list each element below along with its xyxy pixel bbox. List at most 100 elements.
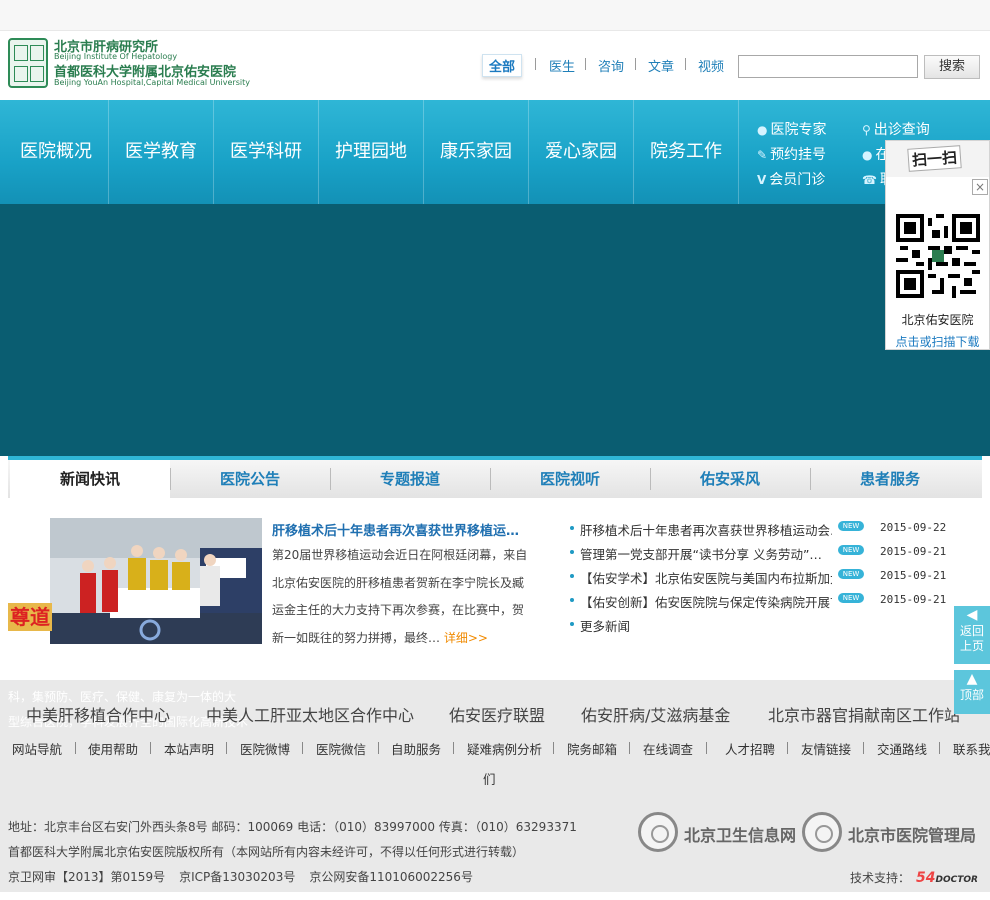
tab-media[interactable]: 医院视听 [490, 460, 650, 498]
qr-float-panel: 扫一扫 × 北京佑安医院 点击或扫描下载 [885, 140, 990, 350]
footer-link-mailbox[interactable]: 院务邮箱 [567, 739, 617, 758]
tab-patient-services[interactable]: 患者服务 [810, 460, 970, 498]
footer-link-friends[interactable]: 友情链接 [801, 739, 851, 758]
divider [150, 742, 151, 754]
qr-code[interactable] [896, 214, 980, 298]
list-item[interactable]: 肝移植术后十年患者再次喜获世界移植运动会… NEW 2015-09-22 [570, 520, 950, 544]
qr-hospital-name: 北京佑安医院 [901, 313, 974, 327]
list-item[interactable]: 【佑安学术】北京佑安医院与美国内布拉斯加大… NEW 2015-09-21 [570, 568, 950, 592]
footer-link-transport[interactable]: 交通路线 [877, 739, 927, 758]
footer-link-survey[interactable]: 在线调查 [643, 739, 693, 758]
divider [706, 742, 707, 754]
search-tab-all[interactable]: 全部 [482, 54, 523, 77]
footer-link-contact[interactable]: 联系我 [953, 739, 990, 758]
footer-copyright: 首都医科大学附属北京佑安医院版权所有（本网站所有内容未经许可，不得以任何形式进行… [8, 845, 525, 859]
back-to-top-button[interactable]: ▲ 顶部 [954, 670, 990, 714]
left-side-badge: 尊道 [8, 603, 52, 631]
footer-link-statement[interactable]: 本站声明 [164, 739, 214, 758]
nav-item-admin[interactable]: 院务工作 [634, 100, 739, 204]
support-logo[interactable]: 54DOCTOR [916, 870, 978, 886]
footer-link-careers[interactable]: 人才招聘 [725, 739, 775, 758]
divider [453, 742, 454, 754]
divider [585, 58, 586, 70]
search-input[interactable] [738, 55, 918, 78]
partner-alliance[interactable]: 佑安医疗联盟 [449, 702, 545, 726]
health-emblem-icon [638, 812, 678, 852]
news-panel: 新闻快讯 医院公告 专题报道 医院视听 佑安采风 患者服务 肝移植术后十年患者再… [8, 456, 982, 666]
read-more-link[interactable]: 详细>> [444, 631, 488, 645]
featured-news-title[interactable]: 肝移植术后十年患者再次喜获世界移植运… [272, 520, 534, 539]
main-nav: 医院概况 医学教育 医学科研 护理园地 康乐家园 爱心家园 院务工作 ● 医院专家… [0, 100, 990, 204]
divider [863, 742, 864, 754]
qr-header: 扫一扫 [886, 141, 989, 177]
news-tabs: 新闻快讯 医院公告 专题报道 医院视听 佑安采风 患者服务 [8, 460, 982, 500]
chat-icon: ● [862, 148, 873, 162]
tab-news[interactable]: 新闻快讯 [10, 460, 170, 500]
bullet-icon [570, 622, 574, 626]
key-icon: ⚲ [862, 123, 871, 137]
search-tab-consult[interactable]: 咨询 [598, 56, 624, 75]
v-icon: V [757, 173, 767, 187]
nav-item-education[interactable]: 医学教育 [109, 100, 214, 204]
news-date: 2015-09-21 [880, 593, 947, 606]
footer: 科，集预防、医疗、保健、康复为一体的大 型综合医院，学科发展齐全的国际化高新技术… [0, 680, 990, 892]
footer-link-contact-wrap[interactable]: 们 [483, 769, 496, 788]
quick-link-schedule[interactable]: ⚲ 出诊查询 [862, 119, 930, 139]
hero-banner [0, 204, 990, 456]
phone-icon: ☎ [862, 173, 877, 187]
footer-link-cases[interactable]: 疑难病例分析 [467, 739, 542, 758]
tab-gallery[interactable]: 佑安采风 [650, 460, 810, 498]
list-item[interactable]: 管理第一党支部开展“读书分享 义务劳动”… NEW 2015-09-21 [570, 544, 950, 568]
new-badge: NEW [838, 521, 864, 531]
nav-item-charity[interactable]: 爱心家园 [529, 100, 634, 204]
person-icon: ● [757, 123, 768, 137]
partner-liver-transplant[interactable]: 中美肝移植合作中心 [26, 702, 170, 726]
divider [939, 742, 940, 754]
search-tab-video[interactable]: 视频 [698, 56, 724, 75]
footer-link-help[interactable]: 使用帮助 [88, 739, 138, 758]
footer-link-self-service[interactable]: 自助服务 [391, 739, 441, 758]
bullet-icon [570, 550, 574, 554]
nav-item-research[interactable]: 医学科研 [214, 100, 319, 204]
quick-link-member[interactable]: V 会员门诊 [757, 169, 825, 189]
tab-announcements[interactable]: 医院公告 [170, 460, 330, 498]
more-news-link[interactable]: 更多新闻 [570, 616, 630, 635]
search-button[interactable]: 搜索 [924, 55, 980, 79]
divider [378, 742, 379, 754]
qr-download-link[interactable]: 点击或扫描下载 [886, 333, 989, 350]
nav-item-overview[interactable]: 医院概况 [4, 100, 109, 204]
seal-icon [8, 38, 48, 88]
tab-special-reports[interactable]: 专题报道 [330, 460, 490, 498]
divider [226, 742, 227, 754]
divider [302, 742, 303, 754]
list-item[interactable]: 【佑安创新】佑安医院院与保定传染病院开展首… NEW 2015-09-21 [570, 592, 950, 616]
bullet-icon [570, 574, 574, 578]
bullet-icon [570, 526, 574, 530]
quick-link-experts[interactable]: ● 医院专家 [757, 119, 826, 139]
new-badge: NEW [838, 545, 864, 555]
divider [685, 58, 686, 70]
featured-news-photo[interactable] [50, 518, 262, 644]
tech-support: 技术支持： 54DOCTOR [850, 870, 978, 886]
divider [635, 58, 636, 70]
back-button[interactable]: ◀ 返回 上页 [954, 606, 990, 664]
nav-item-recreation[interactable]: 康乐家园 [424, 100, 529, 204]
footer-address: 地址：北京丰台区右安门外西头条8号 邮码：100069 电话：（010）8399… [8, 820, 577, 834]
footer-link-sitemap[interactable]: 网站导航 [12, 739, 62, 758]
search-tab-doctor[interactable]: 医生 [549, 56, 575, 75]
arrow-left-icon: ◀ [966, 607, 978, 623]
search-tab-article[interactable]: 文章 [648, 56, 674, 75]
footer-link-wechat[interactable]: 医院微信 [316, 739, 366, 758]
partner-organ-donation[interactable]: 北京市器官捐献南区工作站 [768, 702, 960, 726]
partner-artificial-liver[interactable]: 中美人工肝亚太地区合作中心 [206, 702, 414, 726]
bullet-icon [570, 598, 574, 602]
footer-link-weibo[interactable]: 医院微博 [240, 739, 290, 758]
hospital-emblem-icon [802, 812, 842, 852]
partner-foundation[interactable]: 佑安肝病/艾滋病基金 [581, 702, 730, 726]
hospital-logo[interactable]: 北京市肝病研究所 Beijing Institute Of Hepatology… [8, 36, 258, 92]
divider [629, 742, 630, 754]
quick-link-appointment[interactable]: ✎ 预约挂号 [757, 144, 826, 164]
nav-item-nursing[interactable]: 护理园地 [319, 100, 424, 204]
top-strip [0, 0, 990, 31]
close-icon[interactable]: × [972, 179, 988, 195]
